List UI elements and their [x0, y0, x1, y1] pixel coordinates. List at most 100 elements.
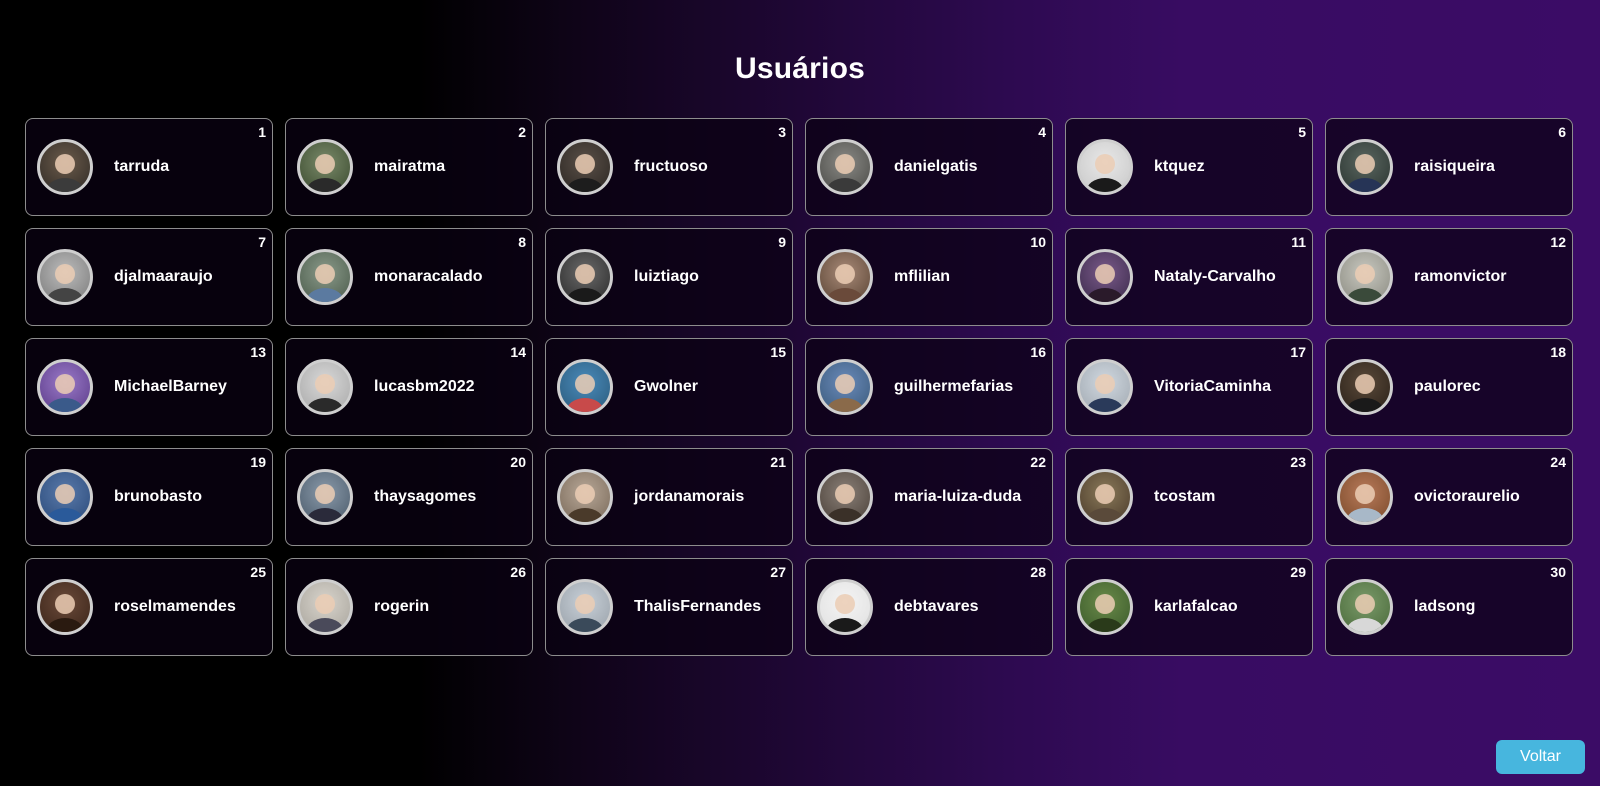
- user-name: danielgatis: [894, 158, 978, 175]
- user-card[interactable]: thaysagomes 20: [285, 448, 533, 546]
- user-card[interactable]: ovictoraurelio 24: [1325, 448, 1573, 546]
- user-rank: 3: [778, 124, 786, 140]
- user-card[interactable]: brunobasto 19: [25, 448, 273, 546]
- user-card[interactable]: guilhermefarias 16: [805, 338, 1053, 436]
- user-name: rogerin: [374, 598, 430, 615]
- user-card[interactable]: luiztiago 9: [545, 228, 793, 326]
- user-avatar: [1077, 469, 1133, 525]
- user-avatar: [37, 469, 93, 525]
- user-rank: 22: [1030, 454, 1046, 470]
- user-rank: 26: [510, 564, 526, 580]
- user-card[interactable]: monaracalado 8: [285, 228, 533, 326]
- user-rank: 20: [510, 454, 526, 470]
- user-name: MichaelBarney: [114, 378, 227, 395]
- user-avatar: [817, 359, 873, 415]
- user-name: ladsong: [1414, 598, 1476, 615]
- user-rank: 2: [518, 124, 526, 140]
- user-avatar: [817, 139, 873, 195]
- user-name: ramonvictor: [1414, 268, 1507, 285]
- user-avatar: [1077, 579, 1133, 635]
- user-card[interactable]: danielgatis 4: [805, 118, 1053, 216]
- user-card[interactable]: fructuoso 3: [545, 118, 793, 216]
- user-name: tcostam: [1154, 488, 1216, 505]
- user-rank: 6: [1558, 124, 1566, 140]
- user-card[interactable]: raisiqueira 6: [1325, 118, 1573, 216]
- user-card[interactable]: mflilian 10: [805, 228, 1053, 326]
- user-rank: 10: [1030, 234, 1046, 250]
- user-avatar: [1077, 359, 1133, 415]
- user-rank: 8: [518, 234, 526, 250]
- user-name: ovictoraurelio: [1414, 488, 1520, 505]
- user-card[interactable]: ladsong 30: [1325, 558, 1573, 656]
- user-card[interactable]: karlafalcao 29: [1065, 558, 1313, 656]
- user-avatar: [297, 359, 353, 415]
- user-rank: 27: [770, 564, 786, 580]
- user-card[interactable]: djalmaaraujo 7: [25, 228, 273, 326]
- user-name: roselmamendes: [114, 598, 236, 615]
- user-avatar: [557, 359, 613, 415]
- user-rank: 17: [1290, 344, 1306, 360]
- user-card[interactable]: Nataly-Carvalho 11: [1065, 228, 1313, 326]
- user-avatar: [297, 579, 353, 635]
- user-name: ThalisFernandes: [634, 598, 762, 615]
- user-card[interactable]: maria-luiza-duda 22: [805, 448, 1053, 546]
- user-card[interactable]: ThalisFernandes 27: [545, 558, 793, 656]
- user-card[interactable]: paulorec 18: [1325, 338, 1573, 436]
- back-button[interactable]: Voltar: [1496, 740, 1585, 774]
- user-avatar: [557, 249, 613, 305]
- user-rank: 18: [1550, 344, 1566, 360]
- user-rank: 5: [1298, 124, 1306, 140]
- user-card[interactable]: VitoriaCaminha 17: [1065, 338, 1313, 436]
- user-card[interactable]: tarruda 1: [25, 118, 273, 216]
- user-card[interactable]: ktquez 5: [1065, 118, 1313, 216]
- user-grid: tarruda 1 mairatma 2 fructuoso 3 danielgatis 4 k…: [25, 118, 1575, 656]
- user-card[interactable]: mairatma 2: [285, 118, 533, 216]
- user-card[interactable]: debtavares 28: [805, 558, 1053, 656]
- user-card[interactable]: tcostam 23: [1065, 448, 1313, 546]
- user-card[interactable]: ramonvictor 12: [1325, 228, 1573, 326]
- user-name: mflilian: [894, 268, 951, 285]
- user-rank: 24: [1550, 454, 1566, 470]
- user-name: fructuoso: [634, 158, 708, 175]
- user-name: Nataly-Carvalho: [1154, 268, 1276, 285]
- user-name: karlafalcao: [1154, 598, 1238, 615]
- user-rank: 23: [1290, 454, 1306, 470]
- user-card[interactable]: lucasbm2022 14: [285, 338, 533, 436]
- user-rank: 7: [258, 234, 266, 250]
- user-avatar: [37, 139, 93, 195]
- user-rank: 30: [1550, 564, 1566, 580]
- user-avatar: [817, 579, 873, 635]
- user-rank: 21: [770, 454, 786, 470]
- user-avatar: [817, 469, 873, 525]
- user-name: Gwolner: [634, 378, 699, 395]
- user-rank: 11: [1291, 234, 1306, 250]
- user-avatar: [297, 139, 353, 195]
- user-name: luiztiago: [634, 268, 699, 285]
- user-card[interactable]: MichaelBarney 13: [25, 338, 273, 436]
- user-avatar: [557, 469, 613, 525]
- user-rank: 4: [1038, 124, 1046, 140]
- user-card[interactable]: jordanamorais 21: [545, 448, 793, 546]
- user-name: brunobasto: [114, 488, 202, 505]
- user-rank: 9: [778, 234, 786, 250]
- user-name: jordanamorais: [634, 488, 745, 505]
- user-name: djalmaaraujo: [114, 268, 213, 285]
- user-avatar: [817, 249, 873, 305]
- user-card[interactable]: roselmamendes 25: [25, 558, 273, 656]
- user-name: thaysagomes: [374, 488, 477, 505]
- user-avatar: [557, 579, 613, 635]
- user-name: maria-luiza-duda: [894, 488, 1022, 505]
- user-rank: 1: [258, 124, 266, 140]
- user-avatar: [1337, 469, 1393, 525]
- user-name: tarruda: [114, 158, 170, 175]
- user-name: lucasbm2022: [374, 378, 475, 395]
- user-avatar: [37, 359, 93, 415]
- page-title: Usuários: [735, 52, 865, 85]
- user-avatar: [297, 469, 353, 525]
- user-rank: 25: [250, 564, 266, 580]
- user-card[interactable]: rogerin 26: [285, 558, 533, 656]
- user-avatar: [1077, 249, 1133, 305]
- user-avatar: [1337, 359, 1393, 415]
- user-rank: 12: [1550, 234, 1566, 250]
- user-card[interactable]: Gwolner 15: [545, 338, 793, 436]
